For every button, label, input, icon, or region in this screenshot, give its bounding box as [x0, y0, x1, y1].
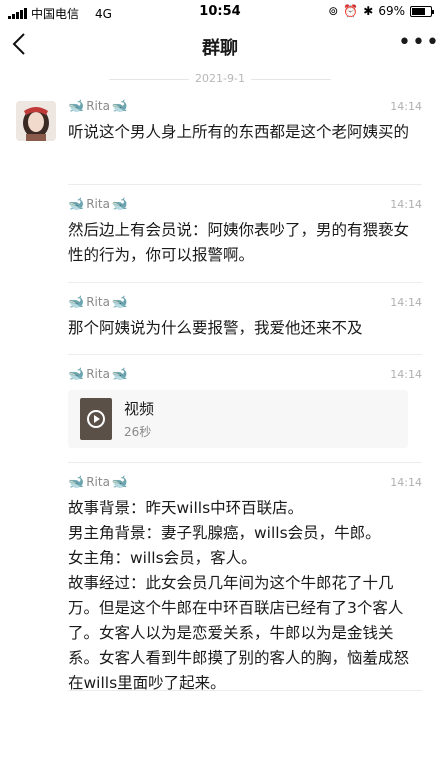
- message-time: 14:14: [390, 367, 422, 381]
- video-title: 视频: [124, 400, 155, 418]
- whale-icon: 🐋: [111, 98, 129, 114]
- message-time: 14:14: [390, 197, 422, 211]
- chat-title: 群聊: [202, 38, 238, 59]
- whale-icon: 🐋: [68, 366, 85, 382]
- whale-icon: 🐋: [111, 294, 129, 310]
- message: 🐋 Rita 🐋 14:14 故事背景：昨天wills中环百联店。 男主角背景：…: [68, 472, 422, 696]
- sender-label: Rita: [86, 475, 110, 489]
- video-thumbnail[interactable]: [80, 398, 112, 440]
- sender-label: Rita: [86, 197, 110, 211]
- divider: [68, 462, 422, 463]
- message-text[interactable]: 然后边上有会员说：阿姨你表吵了，男的有猥亵女性的行为，你可以报警啊。: [68, 218, 422, 268]
- alarm-icon: ⏰: [343, 4, 359, 18]
- message: 🐋 Rita 🐋 14:14 视频 26秒: [68, 364, 422, 448]
- play-icon: [87, 410, 105, 428]
- sender-label: Rita: [86, 99, 110, 113]
- more-dots-icon[interactable]: •••: [398, 30, 439, 60]
- divider: [68, 184, 422, 185]
- whale-icon: 🐋: [68, 98, 85, 114]
- message-text[interactable]: 故事背景：昨天wills中环百联店。 男主角背景：妻子乳腺癌，wills会员，牛…: [68, 496, 422, 696]
- video-duration: 26秒: [124, 425, 152, 439]
- message-text[interactable]: 那个阿姨说为什么要报警，我爱他还来不及: [68, 316, 422, 341]
- whale-icon: 🐋: [111, 196, 129, 212]
- message-time: 14:14: [390, 295, 422, 309]
- sender-name: 🐋 Rita 🐋: [68, 99, 128, 114]
- message: 🐋 Rita 🐋 14:14 然后边上有会员说：阿姨你表吵了，男的有猥亵女性的行…: [68, 194, 422, 268]
- lock-rotation-icon: ⊚: [328, 4, 339, 18]
- divider: [68, 690, 422, 691]
- battery-percent: 69%: [378, 4, 405, 18]
- sender-label: Rita: [86, 295, 110, 309]
- message-time: 14:14: [390, 99, 422, 113]
- date-separator: 2021-9-1: [0, 72, 440, 85]
- sender-name: 🐋 Rita 🐋: [68, 475, 128, 490]
- sender-name: 🐋 Rita 🐋: [68, 295, 128, 310]
- whale-icon: 🐋: [111, 474, 129, 490]
- message-text[interactable]: 听说这个男人身上所有的东西都是这个老阿姨买的: [68, 120, 422, 145]
- sender-name: 🐋 Rita 🐋: [68, 367, 128, 382]
- date-separator-label: 2021-9-1: [195, 72, 245, 85]
- whale-icon: 🐋: [68, 294, 85, 310]
- video-card[interactable]: 视频 26秒: [68, 390, 408, 448]
- whale-icon: 🐋: [68, 196, 85, 212]
- message: 🐋 Rita 🐋 14:14 那个阿姨说为什么要报警，我爱他还来不及: [68, 292, 422, 341]
- status-bar: 中国电信 4G 10:54 ⊚ ⏰ ✱ 69%: [0, 0, 440, 24]
- whale-icon: 🐋: [111, 366, 129, 382]
- message-time: 14:14: [390, 475, 422, 489]
- divider: [68, 354, 422, 355]
- message: 🐋 Rita 🐋 14:14 听说这个男人身上所有的东西都是这个老阿姨买的: [68, 96, 422, 145]
- sender-name: 🐋 Rita 🐋: [68, 197, 128, 212]
- nav-bar: 群聊 •••: [0, 24, 440, 68]
- whale-icon: 🐋: [68, 474, 85, 490]
- battery-icon: [410, 5, 434, 17]
- bluetooth-icon: ✱: [363, 4, 374, 18]
- divider: [68, 282, 422, 283]
- avatar[interactable]: [16, 101, 56, 141]
- sender-label: Rita: [86, 367, 110, 381]
